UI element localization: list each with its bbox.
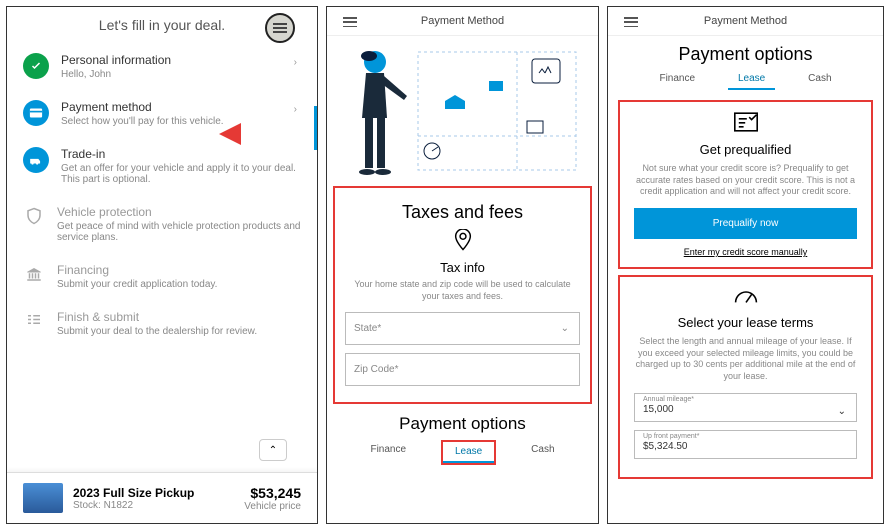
vehicle-thumbnail xyxy=(23,483,63,513)
card-desc: Select the length and annual mileage of … xyxy=(634,336,857,383)
menu-button[interactable] xyxy=(265,13,295,43)
tab-cash[interactable]: Cash xyxy=(519,440,566,465)
deal-step-protection[interactable]: Vehicle protection Get peace of mind wit… xyxy=(7,195,317,253)
tab-cash[interactable]: Cash xyxy=(798,69,841,90)
subsection-title: Tax info xyxy=(345,260,580,275)
highlight-box: Taxes and fees Tax info Your home state … xyxy=(333,186,592,404)
zip-input[interactable]: Zip Code* xyxy=(345,353,580,386)
placeholder: Zip Code* xyxy=(354,364,398,375)
deal-step-finish[interactable]: Finish & submit Submit your deal to the … xyxy=(7,300,317,347)
prequalify-icon xyxy=(634,112,857,138)
page-title: Payment Method xyxy=(421,15,504,27)
vehicle-footer: 2023 Full Size Pickup Stock: N1822 $53,2… xyxy=(7,472,317,523)
field-label: Annual mileage* xyxy=(643,396,694,403)
card-icon xyxy=(23,100,49,126)
state-select[interactable]: State* ⌄ xyxy=(345,312,580,345)
chevron-up-icon: ⌃ xyxy=(269,445,277,456)
menu-button[interactable] xyxy=(343,17,357,27)
card-title: Select your lease terms xyxy=(634,315,857,330)
deal-step-financing[interactable]: Financing Submit your credit application… xyxy=(7,253,317,300)
field-label: Up front payment* xyxy=(643,433,699,440)
field-value: $5,324.50 xyxy=(643,441,688,452)
step-title: Finish & submit xyxy=(57,310,301,324)
step-subtitle: Get an offer for your vehicle and apply … xyxy=(61,163,301,185)
section-heading: Payment options xyxy=(608,44,883,65)
hamburger-icon xyxy=(273,23,287,33)
deal-step-personal[interactable]: Personal information Hello, John › xyxy=(7,43,317,90)
collapse-button[interactable]: ⌃ xyxy=(259,439,287,461)
vehicle-name: 2023 Full Size Pickup xyxy=(73,486,244,500)
page-title: Let's fill in your deal. xyxy=(99,17,225,33)
lease-terms-card: Select your lease terms Select the lengt… xyxy=(618,275,873,479)
tab-finance[interactable]: Finance xyxy=(358,440,418,465)
placeholder: State* xyxy=(354,323,381,334)
gauge-icon xyxy=(634,287,857,311)
check-icon xyxy=(23,53,49,79)
chevron-right-icon: › xyxy=(294,57,297,68)
shield-icon xyxy=(23,205,45,227)
step-title: Financing xyxy=(57,263,301,277)
vehicle-price: $53,245 xyxy=(244,485,301,501)
page-title: Payment Method xyxy=(704,15,787,27)
tab-lease[interactable]: Lease xyxy=(443,442,494,463)
upfront-input[interactable]: Up front payment* $5,324.50 xyxy=(634,430,857,459)
tab-finance[interactable]: Finance xyxy=(649,69,705,90)
subsection-desc: Your home state and zip code will be use… xyxy=(345,279,580,302)
manual-credit-link[interactable]: Enter my credit score manually xyxy=(634,247,857,257)
chevron-right-icon: › xyxy=(294,104,297,115)
prequalify-card: Get prequalified Not sure what your cred… xyxy=(618,100,873,269)
bank-icon xyxy=(23,263,45,285)
card-desc: Not sure what your credit score is? Preq… xyxy=(634,163,857,198)
checklist-icon xyxy=(23,310,45,332)
step-subtitle: Submit your credit application today. xyxy=(57,279,301,290)
step-subtitle: Get peace of mind with vehicle protectio… xyxy=(57,221,301,243)
step-subtitle: Hello, John xyxy=(61,69,301,80)
section-heading: Payment options xyxy=(327,414,598,434)
deal-step-tradein[interactable]: Trade-in Get an offer for your vehicle a… xyxy=(7,137,317,195)
mileage-select[interactable]: Annual mileage* 15,000 ⌄ xyxy=(634,393,857,422)
step-subtitle: Submit your deal to the dealership for r… xyxy=(57,326,301,337)
field-value: 15,000 xyxy=(643,404,674,415)
chevron-down-icon: ⌄ xyxy=(561,323,569,334)
vehicle-stock: Stock: N1822 xyxy=(73,500,244,511)
tab-lease[interactable]: Lease xyxy=(728,69,775,90)
card-title: Get prequalified xyxy=(634,142,857,157)
chevron-down-icon: ⌄ xyxy=(838,406,846,417)
prequalify-button[interactable]: Prequalify now xyxy=(634,208,857,239)
step-title: Vehicle protection xyxy=(57,205,301,219)
tradein-icon xyxy=(23,147,49,173)
price-label: Vehicle price xyxy=(244,501,301,512)
section-heading: Taxes and fees xyxy=(345,202,580,223)
step-title: Payment method xyxy=(61,100,301,114)
step-title: Trade-in xyxy=(61,147,301,161)
menu-button[interactable] xyxy=(624,17,638,27)
location-pin-icon xyxy=(345,229,580,256)
step-title: Personal information xyxy=(61,53,301,67)
illustration xyxy=(327,36,598,186)
